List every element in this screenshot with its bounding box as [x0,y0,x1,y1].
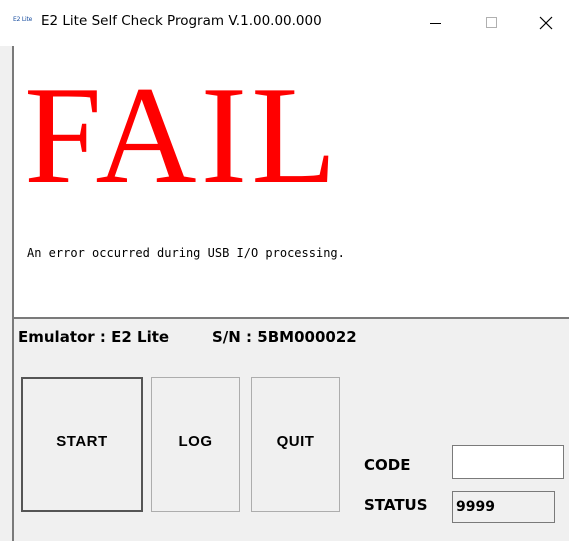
result-display: FAIL An error occurred during USB I/O pr… [12,46,569,317]
maximize-button[interactable] [469,0,515,46]
close-button[interactable] [523,0,569,46]
maximize-icon [486,17,497,28]
self-check-window: E2 Lite E2 Lite Self Check Program V.1.0… [0,0,569,541]
serial-number-label: S/N : 5BM000022 [212,328,357,346]
error-message: An error occurred during USB I/O process… [27,246,345,260]
close-icon [539,16,553,30]
title-bar[interactable]: E2 Lite E2 Lite Self Check Program V.1.0… [0,0,569,46]
result-text: FAIL [24,58,341,213]
start-button[interactable]: START [21,377,143,512]
minimize-icon [430,23,441,24]
left-border [12,319,14,541]
status-field: 9999 [452,491,555,523]
code-field[interactable] [452,445,564,479]
app-icon: E2 Lite [13,16,33,23]
minimize-button[interactable] [413,0,459,46]
code-label: CODE [364,456,411,474]
quit-button[interactable]: QUIT [251,377,340,512]
status-label: STATUS [364,496,428,514]
emulator-label: Emulator : E2 Lite [18,328,170,346]
window-title: E2 Lite Self Check Program V.1.00.00.000 [41,13,322,29]
emulator-info-bar: Emulator : E2 Lite S/N : 5BM000022 [12,319,569,347]
log-button[interactable]: LOG [151,377,240,512]
